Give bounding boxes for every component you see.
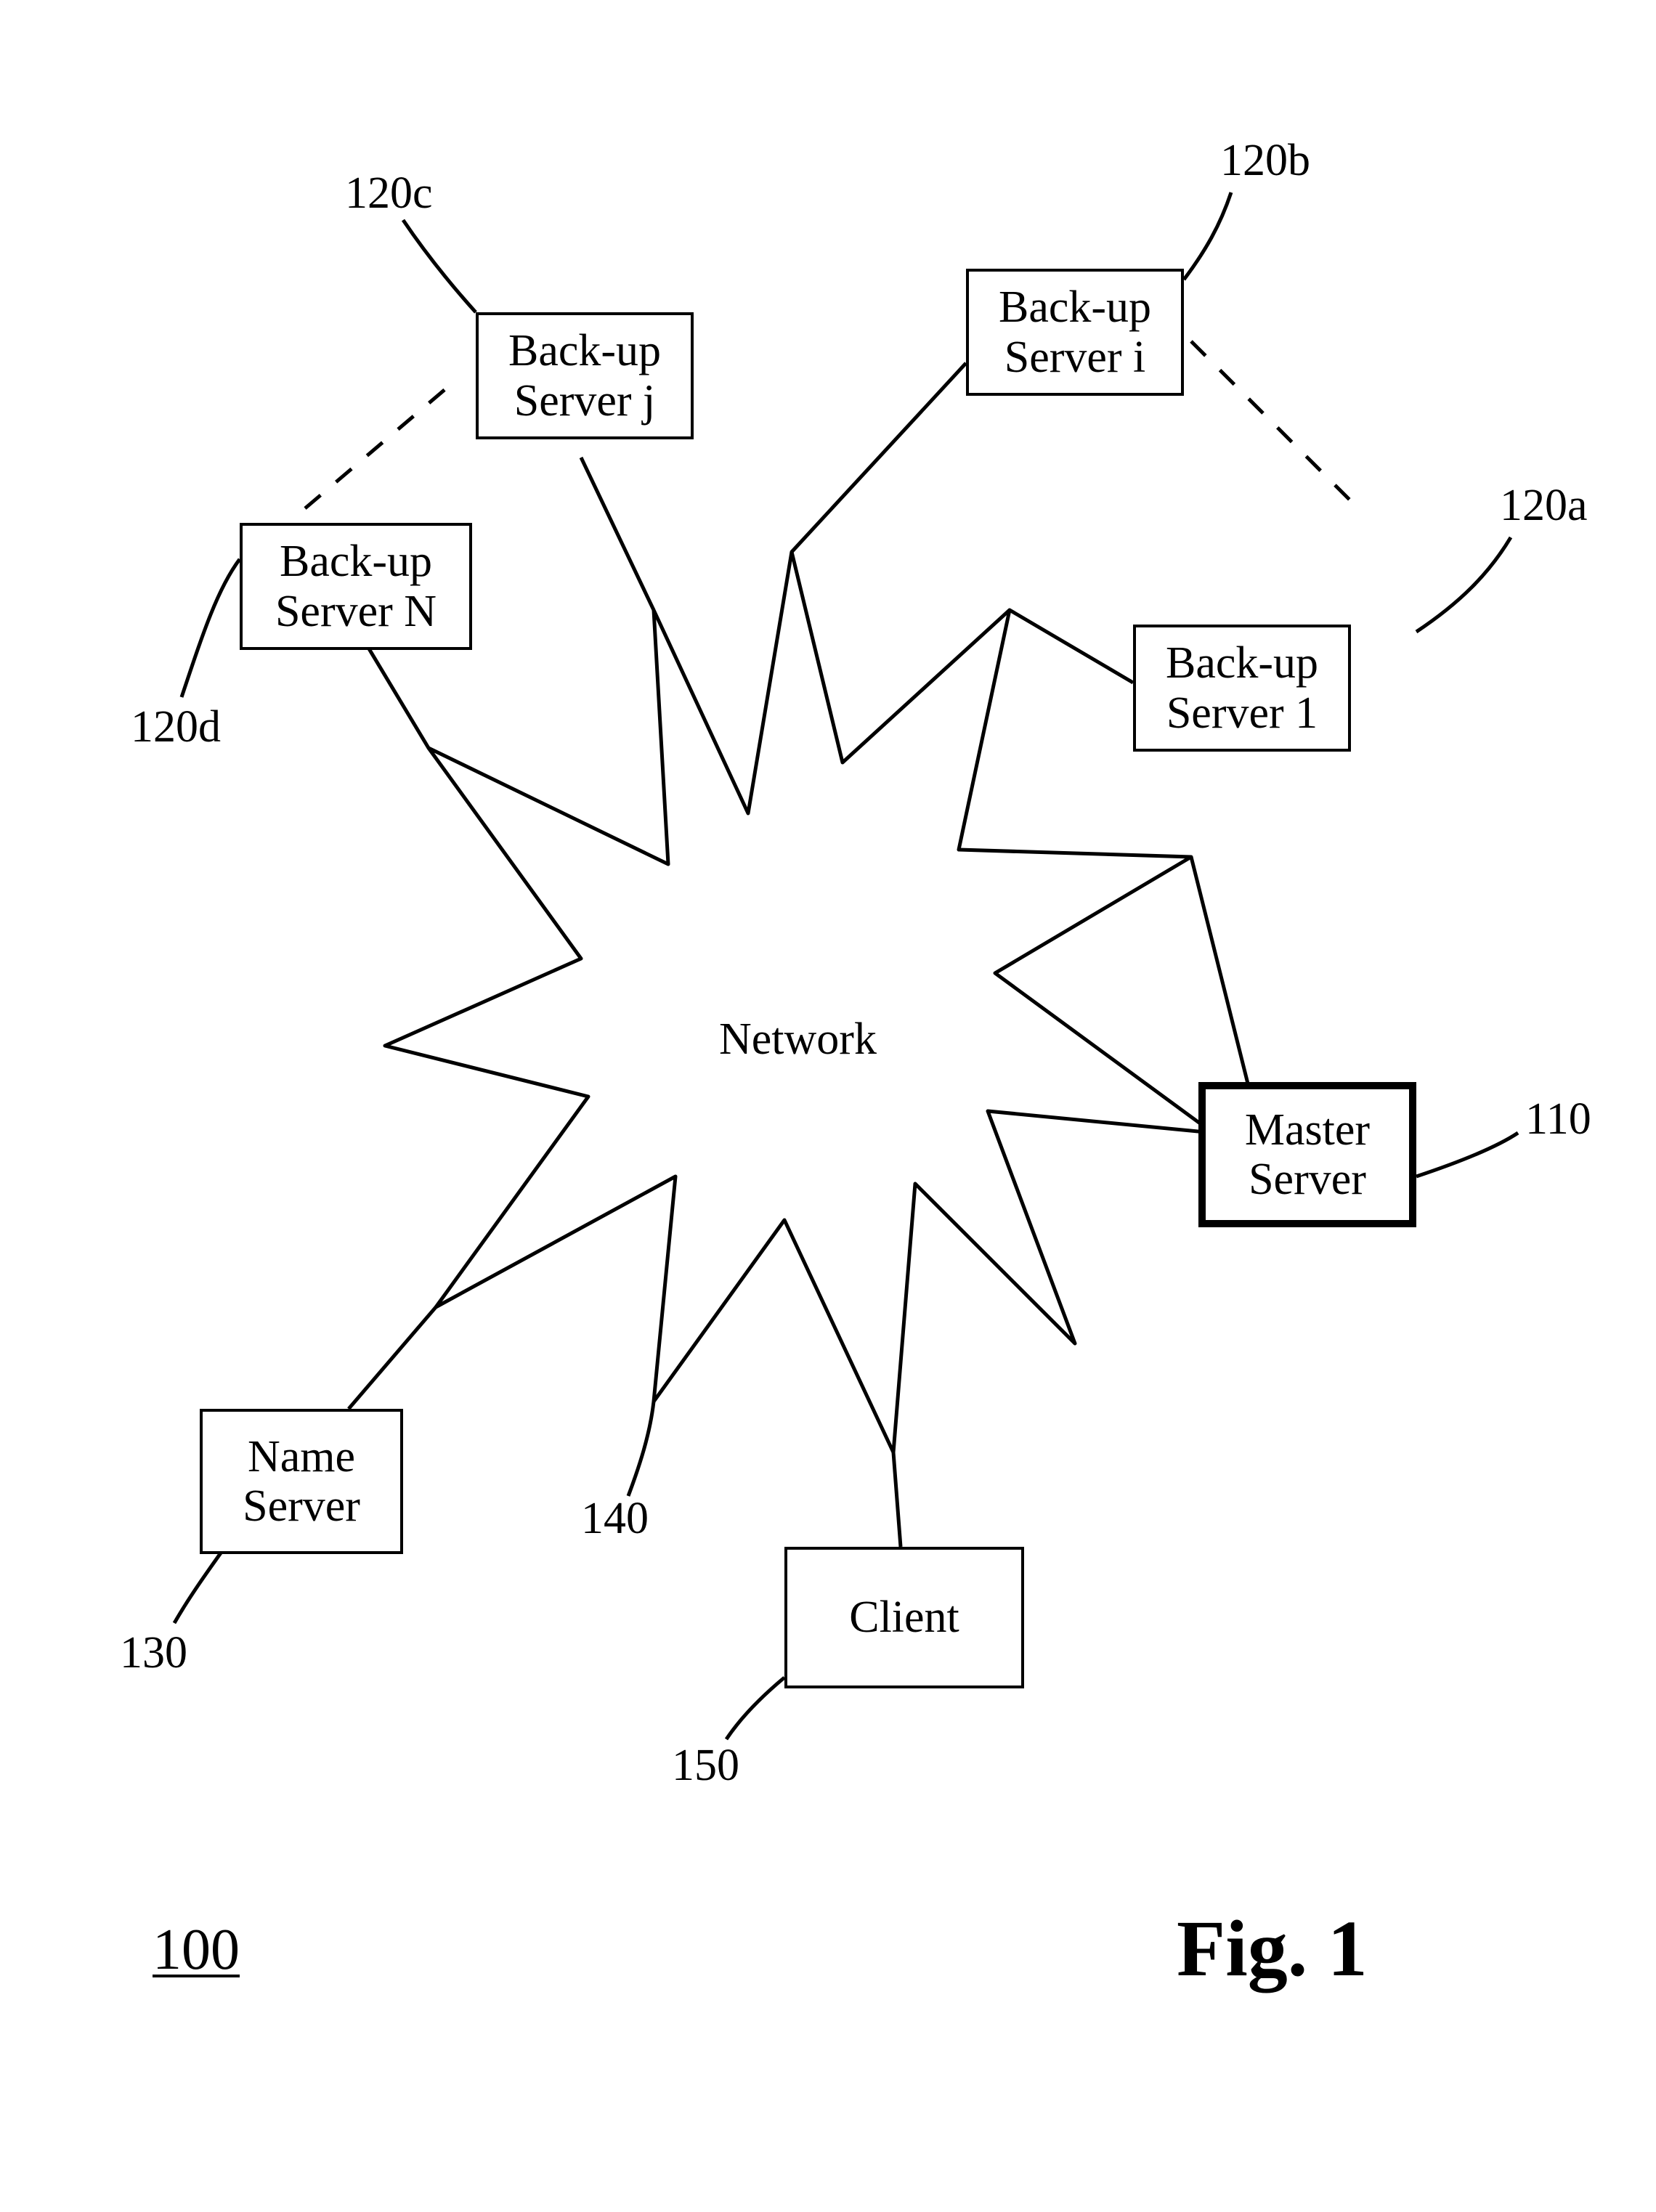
ref-140: 140: [581, 1496, 649, 1541]
box-backupN-text: Back-up Server N: [275, 537, 437, 635]
box-master: Master Server: [1198, 1082, 1416, 1227]
box-client: Client: [784, 1547, 1024, 1688]
line-backup1: [1010, 610, 1133, 683]
ref-150: 150: [672, 1743, 739, 1788]
box-name: Name Server: [200, 1409, 403, 1554]
diagram-canvas: Network Back-up Server N Back-up Server …: [0, 0, 1656, 2212]
diagram-id: 100: [153, 1917, 240, 1983]
line-backupi: [792, 363, 966, 552]
ellipsis-bi-b1: [1191, 341, 1358, 508]
leader-120c: [403, 220, 476, 312]
line-master: [1191, 857, 1249, 1089]
box-master-text: Master Server: [1245, 1105, 1370, 1204]
leader-120d: [182, 559, 240, 697]
box-backupj-text: Back-up Server j: [508, 326, 661, 425]
box-name-text: Name Server: [243, 1432, 360, 1531]
ref-110: 110: [1525, 1097, 1591, 1142]
box-backupj: Back-up Server j: [476, 312, 694, 439]
leader-110: [1416, 1133, 1518, 1176]
line-client: [893, 1452, 901, 1547]
box-backupi-text: Back-up Server i: [999, 282, 1151, 381]
line-name: [349, 1307, 436, 1409]
box-backupi: Back-up Server i: [966, 269, 1184, 396]
leader-120b: [1184, 192, 1231, 280]
ref-120a: 120a: [1500, 483, 1588, 528]
box-backup1: Back-up Server 1: [1133, 625, 1351, 752]
network-label: Network: [719, 1017, 877, 1062]
leader-150: [726, 1678, 784, 1739]
ref-130: 130: [120, 1630, 187, 1675]
box-backupN: Back-up Server N: [240, 523, 472, 650]
network-star-shape: [385, 552, 1213, 1452]
box-backup1-text: Back-up Server 1: [1166, 638, 1318, 737]
figure-label: Fig. 1: [1177, 1903, 1368, 1995]
line-backupN: [363, 639, 429, 748]
ellipsis-bN-bj: [305, 385, 450, 508]
ref-120b: 120b: [1220, 138, 1310, 183]
leader-120a: [1416, 537, 1511, 632]
ref-120d: 120d: [131, 704, 221, 749]
line-backupj: [581, 458, 654, 610]
leader-140: [628, 1402, 654, 1496]
leader-130: [174, 1547, 225, 1623]
ref-120c: 120c: [345, 171, 433, 216]
box-client-text: Client: [849, 1593, 959, 1642]
